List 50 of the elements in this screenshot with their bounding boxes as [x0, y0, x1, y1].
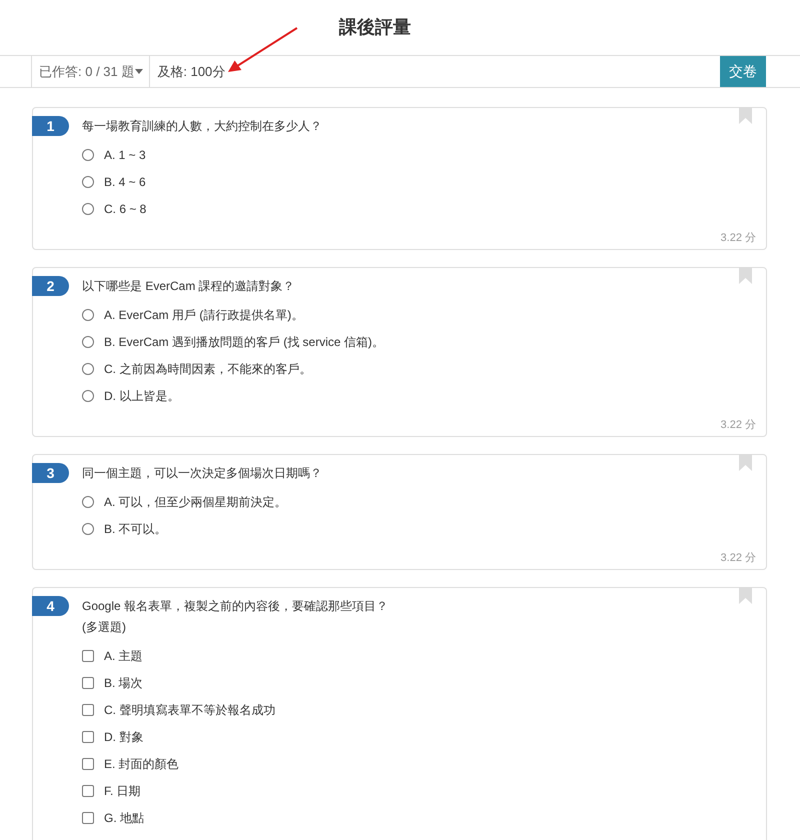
option-label[interactable]: E. 封面的顏色 [104, 754, 179, 772]
question-text: 以下哪些是 EverCam 課程的邀請對象？ [82, 278, 295, 295]
radio-button[interactable] [82, 202, 94, 214]
option-label[interactable]: C. 聲明填寫表單不等於報名成功 [104, 700, 276, 718]
checkbox[interactable] [82, 812, 94, 824]
question-text: 同一個主題，可以一次決定多個場次日期嗎？ [82, 465, 322, 482]
question-text: 每一場教育訓練的人數，大約控制在多少人？ [82, 118, 322, 135]
checkbox[interactable] [82, 650, 94, 662]
question-points: 3.22 分 [720, 418, 756, 433]
option-label[interactable]: D. 以上皆是。 [104, 386, 180, 404]
question-number: 3 [32, 463, 69, 483]
radio-button[interactable] [82, 148, 94, 160]
radio-button[interactable] [82, 390, 94, 402]
question-points: 3.22 分 [720, 231, 756, 246]
question-number: 2 [32, 276, 69, 296]
radio-button[interactable] [82, 362, 94, 374]
checkbox[interactable] [82, 676, 94, 688]
option-label[interactable]: A. EverCam 用戶 (請行政提供名單)。 [104, 306, 304, 324]
option-label[interactable]: D. 對象 [104, 728, 144, 746]
option-label[interactable]: F. 日期 [104, 782, 141, 800]
option-label[interactable]: B. 不可以。 [104, 520, 167, 538]
option-label[interactable]: B. 4 ~ 6 [104, 172, 146, 190]
checkbox[interactable] [82, 784, 94, 796]
option-label[interactable]: B. EverCam 遇到播放問題的客戶 (找 service 信箱)。 [104, 332, 384, 350]
checkbox[interactable] [82, 704, 94, 716]
checkbox[interactable] [82, 730, 94, 742]
question-points: 3.22 分 [720, 551, 756, 566]
radio-button[interactable] [82, 176, 94, 188]
question-number: 4 [32, 596, 69, 616]
annotation-arrow [228, 27, 298, 72]
submit-button[interactable]: 交卷 [720, 56, 766, 87]
option-label[interactable]: A. 可以，但至少兩個星期前決定。 [104, 492, 287, 510]
option-label[interactable]: B. 場次 [104, 674, 143, 692]
radio-button[interactable] [82, 336, 94, 348]
option-label[interactable]: A. 主題 [104, 646, 143, 664]
passing-score: 及格: 100分 [156, 62, 226, 81]
option-label[interactable]: A. 1 ~ 3 [104, 146, 146, 164]
question-text: Google 報名表單，複製之前的內容後，要確認那些項目？ [82, 598, 388, 615]
radio-button[interactable] [82, 496, 94, 508]
caret-icon [135, 69, 144, 74]
option-label[interactable]: G. 地點 [104, 808, 144, 826]
page-title: 課後評量 [339, 16, 411, 38]
option-label[interactable]: C. 6 ~ 8 [104, 200, 146, 218]
question-note: (多選題) [82, 619, 127, 636]
radio-button[interactable] [82, 308, 94, 320]
question-number: 1 [32, 116, 69, 136]
option-label[interactable]: C. 之前因為時間因素，不能來的客戶。 [104, 360, 312, 378]
radio-button[interactable] [82, 522, 94, 534]
answered-count-dropdown[interactable]: 已作答: 0 / 31 題 [32, 56, 150, 87]
checkbox[interactable] [82, 758, 94, 770]
